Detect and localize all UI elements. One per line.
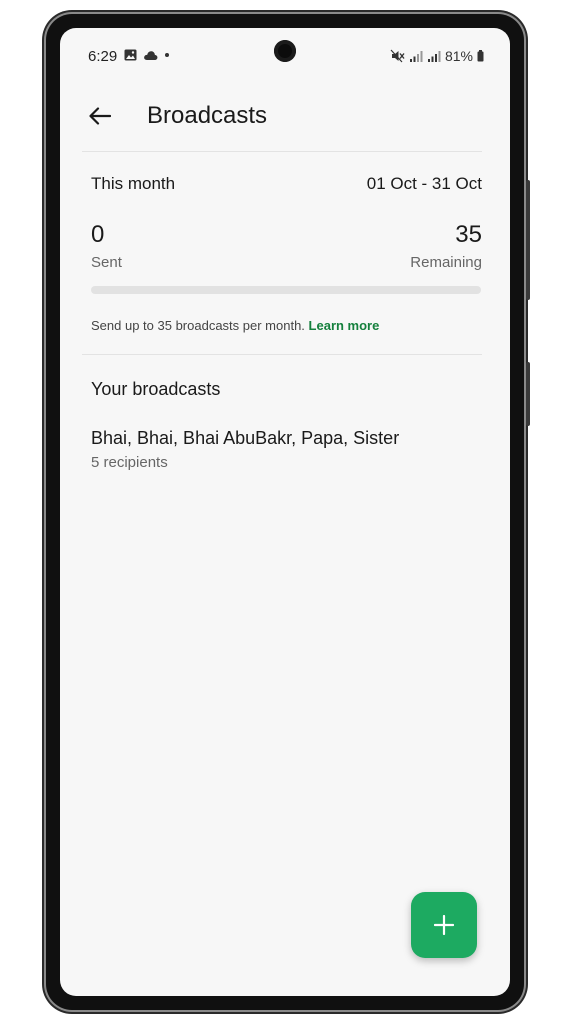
section-title: Your broadcasts — [91, 379, 221, 399]
arrow-left-icon[interactable] — [86, 102, 114, 130]
battery-icon — [477, 50, 484, 62]
plus-icon — [434, 915, 454, 935]
volume-button — [526, 180, 530, 300]
front-camera — [274, 40, 296, 62]
broadcast-progress-bar — [91, 286, 481, 294]
header-divider — [82, 151, 482, 152]
dot-icon — [165, 53, 169, 57]
broadcast-list-item[interactable]: Bhai, Bhai, Bhai AbuBakr, Papa, Sister 5… — [91, 426, 481, 480]
period-label: This month — [91, 174, 176, 193]
period-range: 01 Oct - 31 Oct — [366, 174, 482, 193]
screen: 6:29 81% Broadcasts This month 01 Oct - … — [60, 28, 510, 996]
sent-label: Sent — [91, 254, 122, 271]
gallery-icon — [124, 49, 137, 61]
signal-icon — [427, 50, 441, 62]
cloud-icon — [144, 50, 158, 60]
broadcast-recipients: 5 recipients — [91, 454, 168, 471]
status-bar: 6:29 81% — [60, 28, 510, 84]
sent-count: 0 — [91, 221, 105, 248]
battery-percent: 81% — [444, 48, 473, 64]
signal-icon — [409, 50, 423, 62]
info-description: Send up to 35 broadcasts per month. — [91, 318, 305, 333]
power-button — [526, 362, 530, 426]
page-title: Broadcasts — [147, 102, 268, 129]
learn-more-link[interactable]: Learn more — [309, 318, 380, 333]
remaining-count: 35 — [455, 221, 482, 248]
remaining-label: Remaining — [410, 254, 482, 271]
new-broadcast-button[interactable] — [411, 892, 477, 958]
status-time: 6:29 — [88, 48, 118, 65]
mute-icon — [390, 49, 405, 63]
status-left-icons — [124, 49, 170, 61]
broadcast-name: Bhai, Bhai, Bhai AbuBakr, Papa, Sister — [91, 428, 400, 448]
app-bar: Broadcasts — [60, 84, 510, 148]
section-divider — [82, 354, 482, 355]
status-right-icons: 81% — [390, 48, 484, 64]
info-text: Send up to 35 broadcasts per month. Lear… — [91, 318, 379, 333]
